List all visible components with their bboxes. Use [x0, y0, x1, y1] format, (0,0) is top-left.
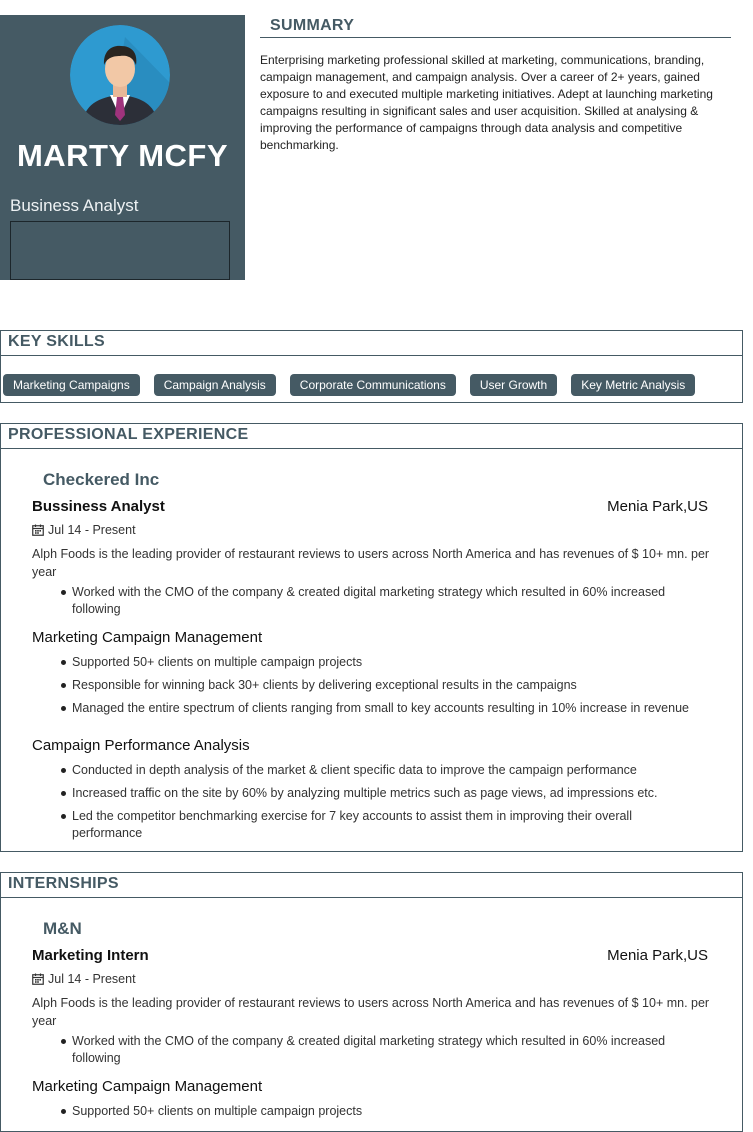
skill-chip: Campaign Analysis [153, 374, 276, 396]
summary-text: Enterprising marketing professional skil… [260, 53, 713, 152]
job-location: Menia Park,US [607, 947, 708, 964]
list-item: Led the competitor benchmarking exercise… [59, 808, 699, 842]
skill-chip: User Growth [469, 374, 558, 396]
calendar-icon [32, 524, 44, 536]
list-item: Worked with the CMO of the company & cre… [59, 584, 699, 618]
job-dates: Jul 14 - Present [32, 523, 136, 537]
internships-heading: INTERNSHIPS [1, 873, 742, 898]
group-title: Marketing Campaign Management [32, 629, 263, 646]
internships-section: INTERNSHIPS M&N Marketing Intern Menia P… [0, 872, 743, 1132]
job-title: Bussiness Analyst [32, 498, 165, 515]
group-title: Marketing Campaign Management [32, 1078, 263, 1095]
avatar [70, 25, 170, 125]
skill-chip: Marketing Campaigns [3, 374, 140, 396]
person-avatar-icon [70, 25, 170, 125]
group-title: Campaign Performance Analysis [32, 737, 250, 754]
company-description: Alph Foods is the leading provider of re… [32, 547, 710, 579]
job-bullets: Worked with the CMO of the company & cre… [59, 584, 699, 624]
key-skills-heading: KEY SKILLS [1, 331, 742, 356]
list-item: Increased traffic on the site by 60% by … [59, 785, 699, 802]
group-bullets: Conducted in depth analysis of the marke… [59, 762, 699, 848]
job-dates-text: Jul 14 - Present [48, 523, 136, 537]
skill-chip: Key Metric Analysis [571, 374, 696, 396]
company-name: M&N [43, 919, 82, 938]
profile-panel: MARTY MCFY Business Analyst [0, 15, 245, 280]
summary-section: SUMMARY Enterprising marketing professio… [260, 15, 731, 154]
job-title: Marketing Intern [32, 947, 149, 964]
profile-role: Business Analyst [10, 196, 139, 215]
experience-heading: PROFESSIONAL EXPERIENCE [1, 424, 742, 449]
list-item: Responsible for winning back 30+ clients… [59, 677, 699, 694]
job-dates: Jul 14 - Present [32, 972, 136, 986]
group-bullets: Supported 50+ clients on multiple campai… [59, 1103, 699, 1126]
list-item: Worked with the CMO of the company & cre… [59, 1033, 699, 1067]
summary-heading: SUMMARY [260, 15, 731, 38]
list-item: Supported 50+ clients on multiple campai… [59, 654, 699, 671]
experience-section: PROFESSIONAL EXPERIENCE Checkered Inc Bu… [0, 423, 743, 852]
list-item: Conducted in depth analysis of the marke… [59, 762, 699, 779]
group-bullets: Supported 50+ clients on multiple campai… [59, 654, 699, 723]
profile-name: MARTY MCFY [16, 138, 229, 173]
profile-empty-box [10, 221, 230, 280]
list-item: Supported 50+ clients on multiple campai… [59, 1103, 699, 1120]
company-name: Checkered Inc [43, 470, 160, 489]
skill-chip: Corporate Communications [289, 374, 456, 396]
skill-chips: Marketing Campaigns Campaign Analysis Co… [3, 374, 709, 396]
job-dates-text: Jul 14 - Present [48, 972, 136, 986]
key-skills-section: KEY SKILLS Marketing Campaigns Campaign … [0, 330, 743, 403]
job-bullets: Worked with the CMO of the company & cre… [59, 1033, 699, 1073]
list-item: Managed the entire spectrum of clients r… [59, 700, 699, 717]
job-location: Menia Park,US [607, 498, 708, 515]
calendar-icon [32, 973, 44, 985]
company-description: Alph Foods is the leading provider of re… [32, 996, 710, 1028]
